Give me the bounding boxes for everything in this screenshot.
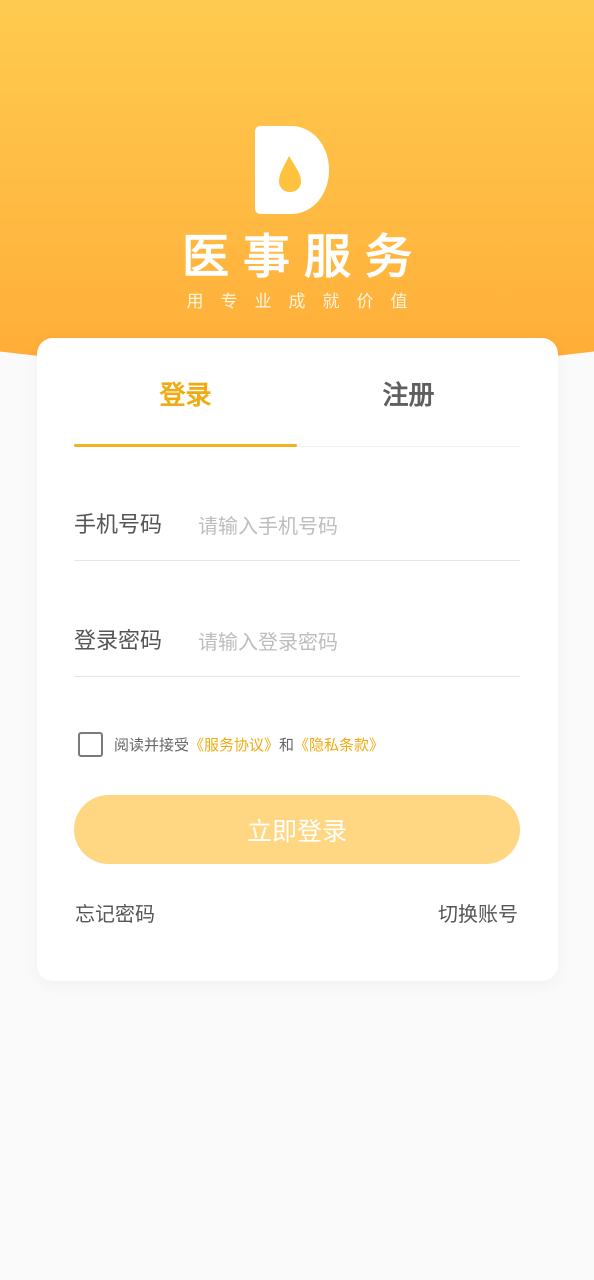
phone-label: 手机号码 [74, 513, 163, 538]
app-title: 医事服务 [182, 230, 426, 285]
password-label: 登录密码 [74, 629, 163, 654]
droplet-d-logo-icon [255, 126, 329, 214]
phone-input[interactable] [198, 508, 508, 544]
forgot-password-link[interactable]: 忘记密码 [75, 899, 155, 929]
agreement-prefix: 阅读并接受 [114, 736, 190, 754]
agreement-and: 和 [279, 736, 295, 754]
active-tab-indicator [74, 444, 297, 447]
agreement-text: 阅读并接受《服务协议》和《隐私条款》 [114, 733, 384, 757]
login-card: 登录 注册 手机号码 登录密码 阅读并接受《服务协议》和《隐私条款》 立即登录 … [37, 338, 558, 981]
privacy-policy-link[interactable]: 《隐私条款》 [294, 736, 384, 754]
app-slogan: 用专业成就价值 [186, 292, 425, 312]
tab-login[interactable]: 登录 [74, 376, 297, 416]
phone-field: 手机号码 [74, 500, 520, 561]
password-field: 登录密码 [74, 616, 520, 677]
service-agreement-link[interactable]: 《服务协议》 [189, 736, 279, 754]
password-input[interactable] [198, 624, 508, 660]
auth-tabs: 登录 注册 [74, 338, 520, 447]
agreement-checkbox[interactable] [78, 732, 103, 757]
tab-register[interactable]: 注册 [297, 376, 520, 416]
login-button[interactable]: 立即登录 [74, 795, 520, 864]
agreement-row: 阅读并接受《服务协议》和《隐私条款》 [78, 732, 518, 760]
switch-account-link[interactable]: 切换账号 [438, 899, 518, 929]
